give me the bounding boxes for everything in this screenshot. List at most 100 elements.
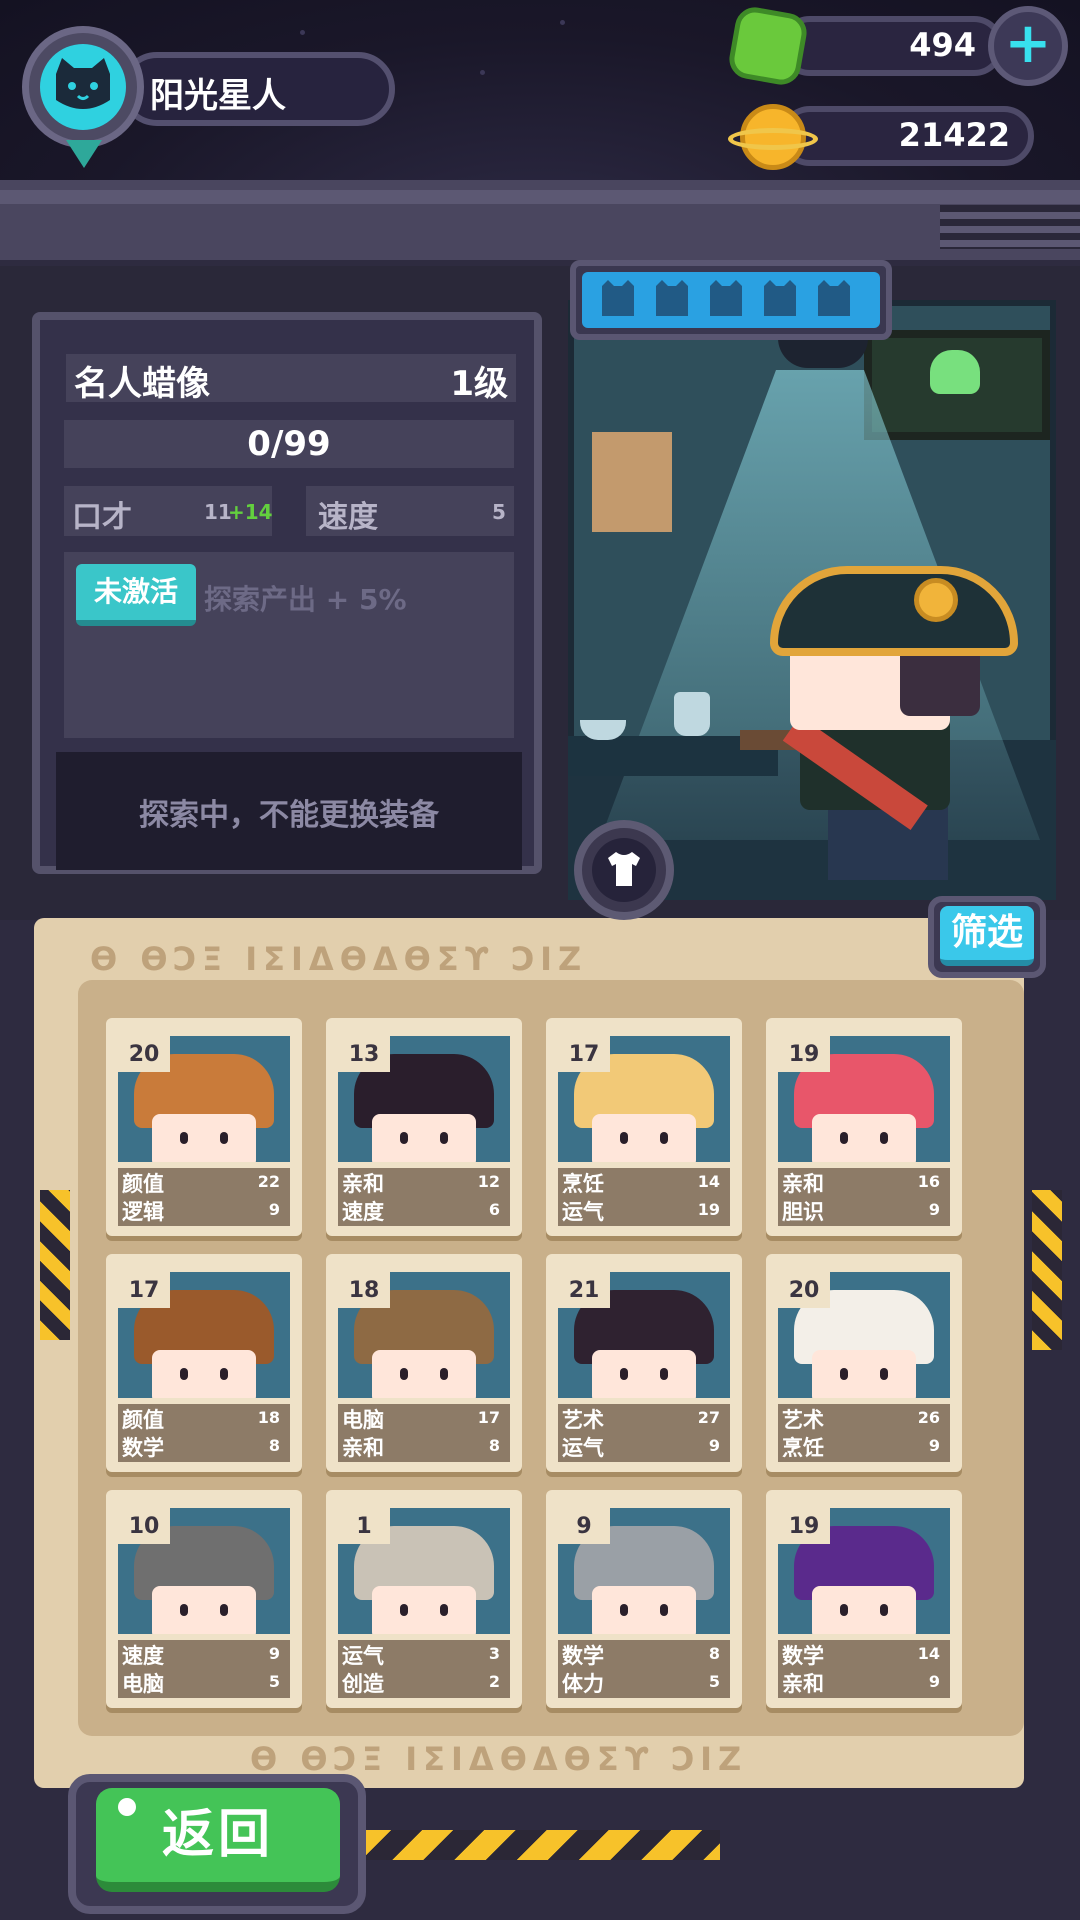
- card-stat-label: 运气: [342, 1644, 384, 1668]
- character-eye: [620, 1604, 628, 1616]
- hazard-stripe: [1032, 1190, 1062, 1350]
- character-card[interactable]: 17 颜值 18 数学 8: [106, 1254, 302, 1472]
- card-level: 1: [338, 1508, 390, 1544]
- character-card[interactable]: 18 电脑 17 亲和 8: [326, 1254, 522, 1472]
- character-card[interactable]: 19 亲和 16 胆识 9: [766, 1018, 962, 1236]
- hazard-stripe: [40, 1190, 70, 1340]
- character-face: [812, 1586, 916, 1634]
- character-card[interactable]: 1 运气 3 创造 2: [326, 1490, 522, 1708]
- card-stat-value: 9: [928, 1672, 940, 1691]
- character-face: [372, 1586, 476, 1634]
- card-stat-value: 14: [697, 1172, 720, 1191]
- character-eye: [880, 1604, 888, 1616]
- character-portrait: 10: [118, 1508, 290, 1634]
- card-stat-label: 数学: [122, 1436, 164, 1460]
- card-stat-value: 8: [488, 1436, 500, 1455]
- character-eye: [660, 1368, 668, 1380]
- card-stat-value: 5: [708, 1672, 720, 1691]
- character-eye: [440, 1604, 448, 1616]
- wall-note: [592, 432, 672, 532]
- character-face: [592, 1114, 696, 1162]
- card-stat-label: 体力: [562, 1672, 604, 1696]
- character-face: [592, 1350, 696, 1398]
- card-stat-label: 运气: [562, 1436, 604, 1460]
- card-stat-label: 亲和: [342, 1436, 384, 1460]
- hazard-stripe: [360, 1830, 720, 1860]
- card-stat-value: 6: [488, 1200, 500, 1219]
- gem-chip-icon: [726, 4, 810, 88]
- character-eye: [840, 1368, 848, 1380]
- card-stat-value: 3: [488, 1644, 500, 1663]
- card-stat-label: 电脑: [342, 1408, 384, 1432]
- character-face: [152, 1586, 256, 1634]
- card-stat-value: 9: [928, 1200, 940, 1219]
- card-stat-label: 速度: [342, 1200, 384, 1224]
- card-level: 18: [338, 1272, 390, 1308]
- card-stats: 颜值 22 逻辑 9: [118, 1168, 290, 1226]
- character-eye: [400, 1604, 408, 1616]
- card-stat-value: 16: [917, 1172, 940, 1191]
- character-face: [152, 1114, 256, 1162]
- add-gems-button[interactable]: +: [988, 6, 1068, 86]
- character-face: [592, 1586, 696, 1634]
- stat-bonus: +14: [228, 500, 273, 524]
- character-portrait: 19: [778, 1036, 950, 1162]
- character-eye: [220, 1604, 228, 1616]
- character-card[interactable]: 10 速度 9 电脑 5: [106, 1490, 302, 1708]
- character-eye: [180, 1368, 188, 1380]
- card-stat-value: 19: [697, 1200, 720, 1219]
- filter-button[interactable]: 筛选: [940, 906, 1034, 966]
- card-stat-label: 数学: [782, 1644, 824, 1668]
- character-portrait: 19: [778, 1508, 950, 1634]
- card-level: 17: [118, 1272, 170, 1308]
- character-portrait: 1: [338, 1508, 510, 1634]
- card-stat-value: 17: [477, 1408, 500, 1427]
- character-card[interactable]: 17 烹饪 14 运气 19: [546, 1018, 742, 1236]
- stat-label: 口才: [72, 500, 132, 535]
- equipment-level: 1级: [450, 364, 508, 404]
- character-eye: [880, 1132, 888, 1144]
- location-pin-icon: [66, 140, 102, 168]
- character-card[interactable]: 20 艺术 26 烹饪 9: [766, 1254, 962, 1472]
- character-eye: [400, 1368, 408, 1380]
- avatar[interactable]: [40, 44, 126, 130]
- button-shine: [118, 1798, 136, 1816]
- card-stat-label: 亲和: [782, 1672, 824, 1696]
- card-level: 20: [118, 1036, 170, 1072]
- card-stats: 速度 9 电脑 5: [118, 1640, 290, 1698]
- card-stats: 亲和 16 胆识 9: [778, 1168, 950, 1226]
- player-name: 阳光星人: [150, 76, 286, 116]
- card-stats: 艺术 27 运气 9: [558, 1404, 730, 1462]
- character-portrait: 13: [338, 1036, 510, 1162]
- character-card[interactable]: 20 颜值 22 逻辑 9: [106, 1018, 302, 1236]
- card-level: 19: [778, 1508, 830, 1544]
- card-stats: 电脑 17 亲和 8: [338, 1404, 510, 1462]
- character-card[interactable]: 19 数学 14 亲和 9: [766, 1490, 962, 1708]
- card-stat-value: 5: [268, 1672, 280, 1691]
- card-stat-label: 烹饪: [782, 1436, 824, 1460]
- card-stats: 数学 8 体力 5: [558, 1640, 730, 1698]
- character-card[interactable]: 9 数学 8 体力 5: [546, 1490, 742, 1708]
- card-stats: 烹饪 14 运气 19: [558, 1168, 730, 1226]
- character-eye: [620, 1132, 628, 1144]
- card-stat-value: 18: [257, 1408, 280, 1427]
- card-stat-label: 艺术: [782, 1408, 824, 1432]
- character-card[interactable]: 21 艺术 27 运气 9: [546, 1254, 742, 1472]
- character-face: [812, 1114, 916, 1162]
- card-stat-label: 颜值: [122, 1408, 164, 1432]
- character-face: [812, 1350, 916, 1398]
- card-stat-label: 烹饪: [562, 1172, 604, 1196]
- card-stat-value: 26: [917, 1408, 940, 1427]
- character-eye: [620, 1368, 628, 1380]
- skull-icon: [930, 350, 980, 394]
- character-eye: [880, 1368, 888, 1380]
- card-stats: 数学 14 亲和 9: [778, 1640, 950, 1698]
- card-stat-label: 数学: [562, 1644, 604, 1668]
- character-card[interactable]: 13 亲和 12 速度 6: [326, 1018, 522, 1236]
- character-portrait: 17: [118, 1272, 290, 1398]
- gem-amount: 494: [909, 26, 976, 64]
- character-eye: [440, 1368, 448, 1380]
- card-stat-value: 27: [697, 1408, 720, 1427]
- character-portrait: 20: [118, 1036, 290, 1162]
- cat-face-icon: [56, 58, 110, 109]
